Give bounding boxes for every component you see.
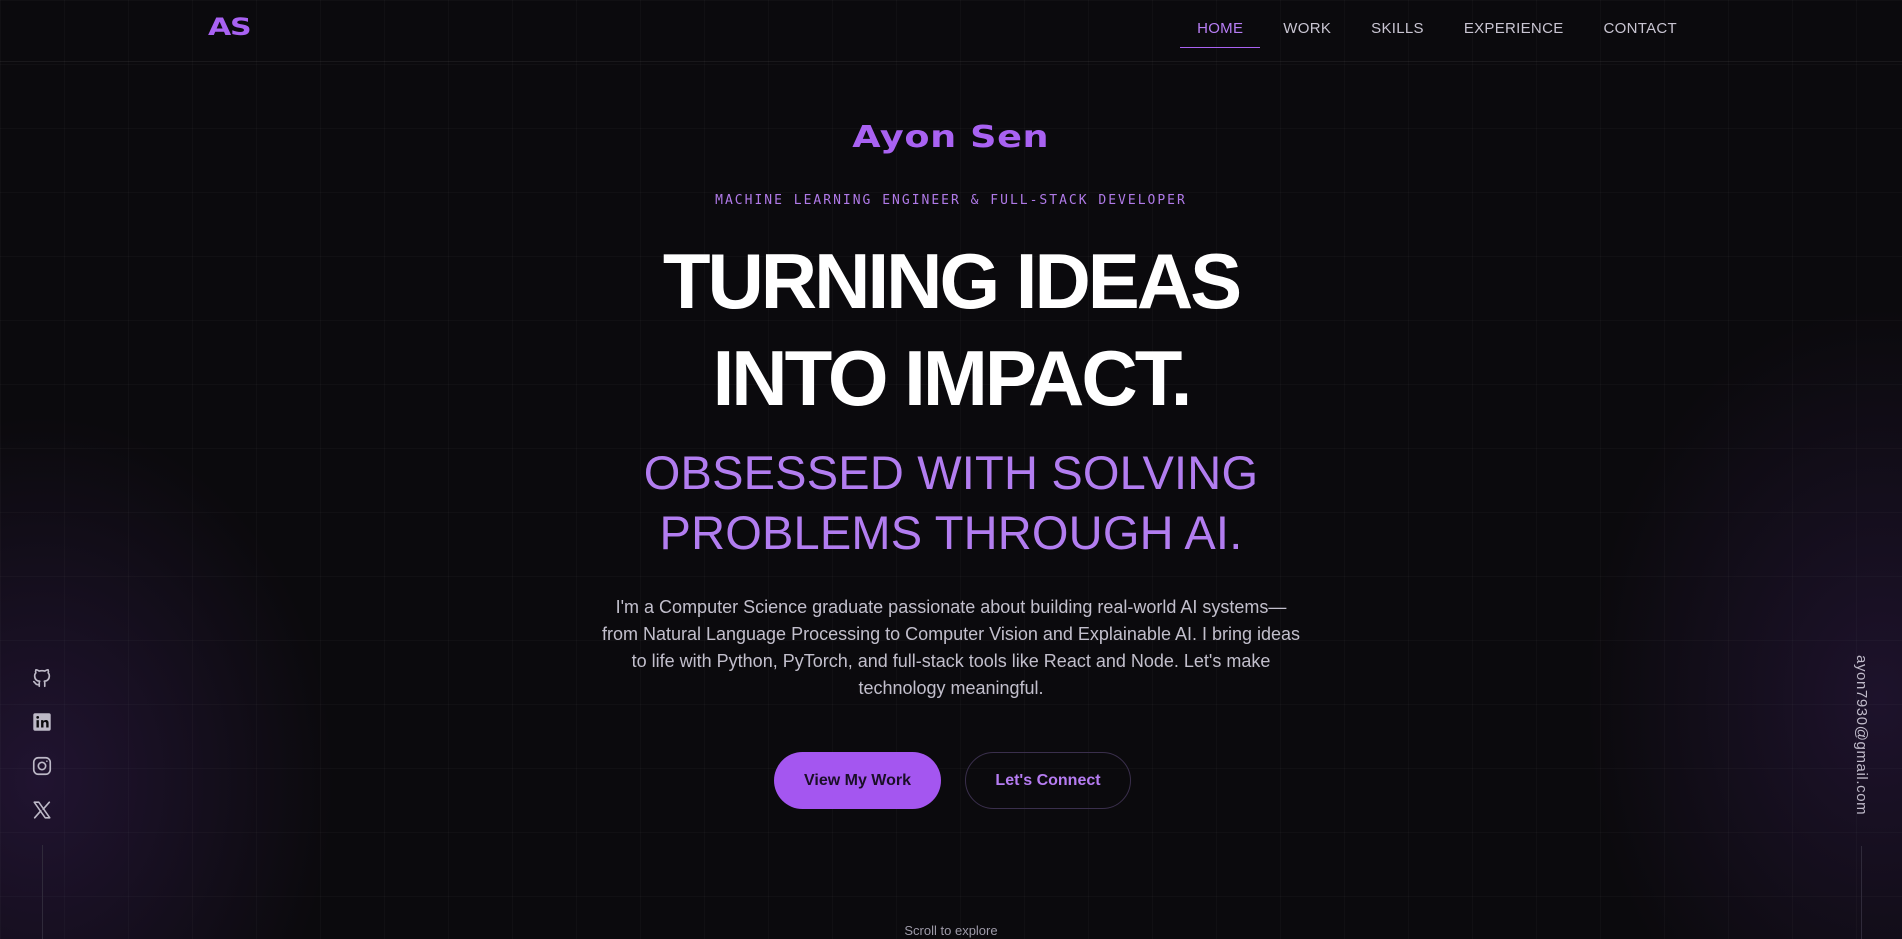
- subheadline-line-1: OBSESSED WITH SOLVING: [643, 446, 1259, 499]
- page: AS HOME WORK SKILLS EXPERIENCE CONTACT A…: [0, 0, 1902, 939]
- hero-subheadline: OBSESSED WITH SOLVING PROBLEMS THROUGH A…: [0, 443, 1902, 563]
- right-divider-line: [1861, 846, 1862, 939]
- hero-subtitle: MACHINE LEARNING ENGINEER & FULL-STACK D…: [715, 193, 1187, 208]
- instagram-icon[interactable]: [31, 755, 53, 777]
- lets-connect-button[interactable]: Let's Connect: [965, 752, 1131, 809]
- hero-bio: I'm a Computer Science graduate passiona…: [601, 597, 1301, 698]
- hero-name: Ayon Sen: [0, 120, 1902, 155]
- x-icon[interactable]: [31, 799, 53, 821]
- linkedin-icon[interactable]: [31, 711, 53, 733]
- nav-links: HOME WORK SKILLS EXPERIENCE CONTACT: [1177, 0, 1697, 62]
- nav-item-skills[interactable]: SKILLS: [1351, 0, 1444, 48]
- social-links: [31, 667, 53, 843]
- top-nav: AS HOME WORK SKILLS EXPERIENCE CONTACT: [0, 0, 1902, 62]
- logo[interactable]: AS: [208, 13, 252, 41]
- github-icon[interactable]: [31, 667, 53, 689]
- view-my-work-button[interactable]: View My Work: [774, 752, 941, 809]
- subheadline-line-2: PROBLEMS THROUGH AI.: [659, 506, 1243, 559]
- email-link[interactable]: ayon7930@gmail.com: [1846, 655, 1870, 825]
- headline-line-1: TURNING IDEAS: [662, 237, 1242, 325]
- nav-item-home[interactable]: HOME: [1177, 0, 1263, 48]
- headline-line-2: INTO IMPACT.: [712, 334, 1193, 422]
- nav-item-experience[interactable]: EXPERIENCE: [1444, 0, 1584, 48]
- scroll-hint: Scroll to explore: [904, 923, 998, 938]
- nav-item-work[interactable]: WORK: [1263, 0, 1351, 48]
- left-divider-line: [42, 845, 43, 939]
- hero-headline: TURNING IDEAS INTO IMPACT.: [0, 233, 1902, 427]
- nav-item-contact[interactable]: CONTACT: [1584, 0, 1697, 48]
- hero-name-text: Ayon Sen: [852, 120, 1050, 155]
